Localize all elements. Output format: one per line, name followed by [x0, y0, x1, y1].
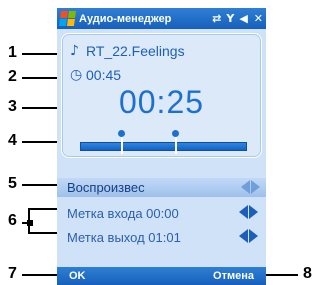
ok-softkey[interactable]: OK	[69, 270, 86, 282]
playback-mode-label: Воспроизвес	[67, 180, 145, 195]
callout-7: 7	[8, 265, 17, 282]
callout-5: 5	[8, 175, 17, 192]
softkey-bar: OK Отмена	[57, 267, 266, 285]
callout-4: 4	[8, 132, 17, 149]
marker-out-handle[interactable]	[171, 130, 179, 154]
marker-out-prev-icon[interactable]	[239, 229, 248, 243]
callout-1: 1	[8, 44, 17, 61]
marker-in-arrows[interactable]	[239, 205, 258, 219]
windows-logo-icon[interactable]	[58, 11, 77, 26]
volume-icon[interactable]: ◀	[239, 12, 247, 25]
track-duration: 00:45	[86, 67, 122, 83]
callout-6: 6	[8, 212, 17, 229]
music-note-icon: ♪	[70, 43, 79, 59]
close-icon[interactable]: ✕	[254, 12, 263, 25]
now-playing-panel: ♪ RT_22.Feelings ◷ 00:45 00:25	[61, 33, 262, 158]
marker-out-arrows[interactable]	[239, 229, 258, 243]
mode-next-icon[interactable]	[251, 180, 260, 194]
sync-icon[interactable]: ⇄	[212, 12, 221, 25]
track-name: RT_22.Feelings	[86, 43, 185, 59]
duration-row: ◷ 00:45	[70, 67, 121, 83]
callout-3: 3	[8, 98, 17, 115]
app-title: Аудио-менеджер	[79, 12, 172, 25]
elapsed-time: 00:25	[118, 84, 205, 120]
marker-in-row[interactable]: Метка входа 00:00	[67, 206, 179, 221]
callout-line-5	[22, 182, 65, 188]
progress-track[interactable]	[80, 130, 247, 154]
cancel-softkey[interactable]: Отмена	[213, 270, 254, 282]
marker-in-prev-icon[interactable]	[239, 205, 248, 219]
marker-out-row[interactable]: Метка выход 01:01	[67, 230, 181, 245]
mode-arrows[interactable]	[241, 180, 260, 194]
marker-in-handle[interactable]	[118, 130, 126, 154]
marker-out-next-icon[interactable]	[249, 229, 258, 243]
clock-icon: ◷	[70, 67, 83, 83]
track-name-row: ♪ RT_22.Feelings	[70, 43, 185, 59]
signal-icon[interactable]: Y	[226, 12, 234, 25]
audio-manager-screen: Аудио-менеджер ⇄ Y ◀ ✕ ♪ RT_22.Feelings …	[57, 8, 266, 285]
playback-mode-bar[interactable]: Воспроизвес	[57, 178, 266, 197]
mode-prev-icon[interactable]	[241, 180, 250, 194]
callout-8: 8	[303, 265, 312, 282]
title-bar: Аудио-менеджер ⇄ Y ◀ ✕	[57, 8, 266, 29]
callout-2: 2	[8, 68, 17, 85]
callout-line-6	[22, 220, 33, 226]
marker-in-next-icon[interactable]	[249, 205, 258, 219]
